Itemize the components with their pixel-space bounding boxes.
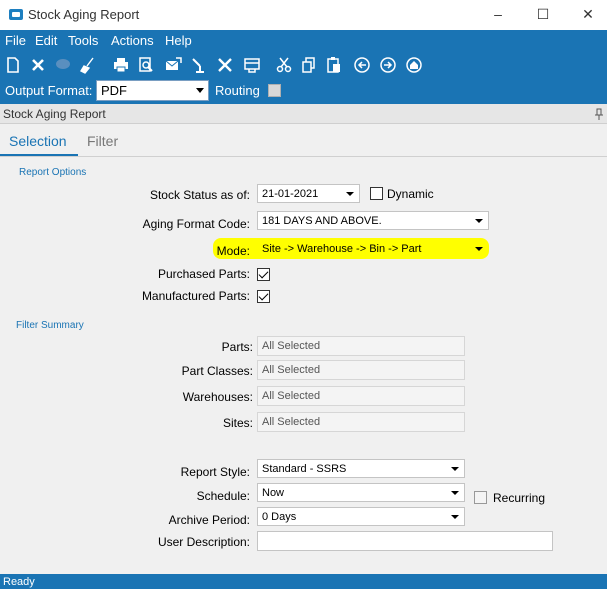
toolbar — [0, 53, 607, 77]
part-classes-value: All Selected — [262, 364, 321, 376]
manufactured-parts-label: Manufactured Parts: — [141, 289, 250, 303]
archive-period-select[interactable]: 0 Days — [257, 507, 465, 526]
routing-label: Routing — [215, 83, 260, 98]
part-classes-field: All Selected — [257, 360, 465, 380]
menu-actions[interactable]: Actions — [111, 33, 154, 48]
parts-field: All Selected — [257, 336, 465, 356]
output-format-select[interactable]: PDF — [96, 80, 209, 101]
archive-period-label: Archive Period: — [168, 513, 250, 527]
routing-checkbox[interactable] — [268, 84, 281, 97]
aging-format-label: Aging Format Code: — [142, 217, 250, 231]
schedule-value: Now — [262, 487, 285, 499]
format-bar: Output Format: PDF Routing — [0, 79, 607, 103]
report-options-heading: Report Options — [19, 167, 87, 178]
output-format-value: PDF — [101, 83, 127, 98]
parts-value: All Selected — [262, 340, 321, 352]
maximize-button[interactable]: ☐ — [532, 4, 554, 24]
part-classes-label: Part Classes: — [181, 364, 253, 378]
archive-period-value: 0 Days — [262, 511, 297, 523]
chevron-down-icon — [451, 515, 459, 519]
layout-icon[interactable] — [242, 55, 262, 75]
print-icon[interactable] — [111, 55, 131, 75]
menu-edit[interactable]: Edit — [35, 33, 57, 48]
pin-icon[interactable] — [595, 108, 603, 120]
report-style-label: Report Style: — [180, 465, 250, 479]
aging-format-value: 181 DAYS AND ABOVE. — [262, 215, 382, 227]
user-description-input[interactable] — [257, 531, 553, 551]
minimize-button[interactable]: – — [487, 4, 509, 24]
dynamic-label: Dynamic — [387, 187, 434, 201]
parts-label: Parts: — [221, 340, 253, 354]
panel-header: Stock Aging Report — [0, 104, 607, 124]
sites-value: All Selected — [262, 416, 321, 428]
chevron-down-icon — [475, 247, 483, 251]
cut-icon[interactable] — [274, 55, 294, 75]
sites-field: All Selected — [257, 412, 465, 432]
warehouses-value: All Selected — [262, 390, 321, 402]
export-icon[interactable] — [190, 55, 210, 75]
chevron-down-icon — [196, 88, 204, 93]
menu-file[interactable]: File — [5, 33, 26, 48]
new-icon[interactable] — [3, 55, 23, 75]
chevron-down-icon — [475, 219, 483, 223]
chevron-down-icon — [451, 491, 459, 495]
title-bar: Stock Aging Report – ☐ ✕ — [0, 0, 607, 30]
panel-title: Stock Aging Report — [3, 107, 106, 121]
recurring-label: Recurring — [493, 491, 546, 505]
forward-icon[interactable] — [378, 55, 398, 75]
chevron-down-icon — [346, 192, 354, 196]
schedule-select[interactable]: Now — [257, 483, 465, 502]
user-description-label: User Description: — [157, 535, 250, 549]
comment-icon[interactable] — [53, 55, 73, 75]
mode-select[interactable]: Site -> Warehouse -> Bin -> Part — [257, 239, 489, 258]
warehouses-label: Warehouses: — [182, 390, 253, 404]
stock-status-date-picker[interactable]: 21-01-2021 — [257, 184, 360, 203]
menu-bar: File Edit Tools Actions Help — [0, 30, 607, 50]
aging-format-select[interactable]: 181 DAYS AND ABOVE. — [257, 211, 489, 230]
status-bar: Ready — [0, 574, 607, 589]
tab-selection[interactable]: Selection — [9, 133, 67, 149]
tab-bar: Selection Filter — [0, 125, 607, 157]
home-icon[interactable] — [404, 55, 424, 75]
tools-icon[interactable] — [215, 55, 235, 75]
menu-tools[interactable]: Tools — [68, 33, 98, 48]
dynamic-checkbox[interactable] — [370, 187, 383, 200]
schedule-label: Schedule: — [196, 489, 250, 503]
purchased-parts-checkbox[interactable] — [257, 268, 270, 281]
stock-status-label: Stock Status as of: — [149, 188, 250, 202]
email-icon[interactable] — [163, 55, 183, 75]
purchased-parts-label: Purchased Parts: — [157, 267, 250, 281]
mode-label: Mode: — [216, 244, 250, 258]
tab-divider — [0, 156, 607, 157]
recurring-checkbox[interactable] — [474, 491, 487, 504]
menu-help[interactable]: Help — [165, 33, 192, 48]
tab-filter[interactable]: Filter — [87, 133, 118, 149]
filter-summary-heading: Filter Summary — [16, 320, 84, 331]
output-format-label: Output Format: — [5, 83, 93, 98]
preview-icon[interactable] — [136, 55, 156, 75]
paste-icon[interactable] — [324, 55, 344, 75]
report-style-value: Standard - SSRS — [262, 463, 347, 475]
chevron-down-icon — [451, 467, 459, 471]
sites-label: Sites: — [222, 416, 253, 430]
report-style-select[interactable]: Standard - SSRS — [257, 459, 465, 478]
status-text: Ready — [3, 576, 35, 588]
delete-icon[interactable] — [28, 55, 48, 75]
warehouses-field: All Selected — [257, 386, 465, 406]
mode-value: Site -> Warehouse -> Bin -> Part — [262, 243, 422, 255]
manufactured-parts-checkbox[interactable] — [257, 290, 270, 303]
window-title: Stock Aging Report — [28, 7, 140, 22]
stock-status-value: 21-01-2021 — [262, 188, 319, 200]
close-button[interactable]: ✕ — [577, 4, 599, 24]
clear-icon[interactable] — [78, 55, 98, 75]
back-icon[interactable] — [352, 55, 372, 75]
app-icon — [9, 9, 23, 20]
copy-icon[interactable] — [299, 55, 319, 75]
